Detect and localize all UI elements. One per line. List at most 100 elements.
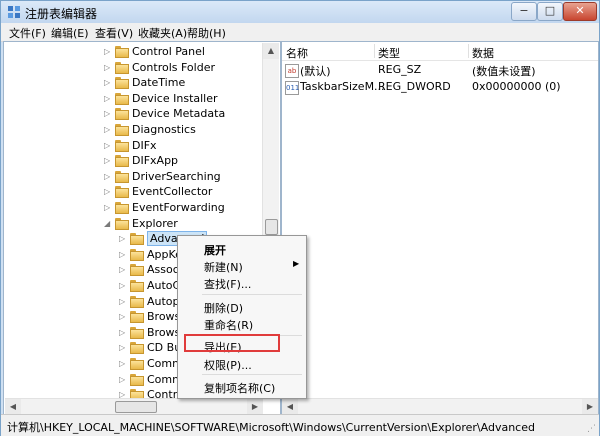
expand-arrow-icon[interactable]: ▷ bbox=[104, 184, 114, 200]
expand-arrow-icon[interactable]: ▷ bbox=[104, 44, 114, 60]
list-horizontal-scrollbar[interactable]: ◀ ▶ bbox=[282, 398, 598, 414]
menu-file[interactable]: 文件(F) bbox=[9, 25, 46, 41]
menu-bar: 文件(F) 编辑(E) 查看(V) 收藏夹(A) 帮助(H) bbox=[1, 23, 599, 42]
context-item-copy-key-name[interactable]: 复制项名称(C) bbox=[178, 377, 306, 395]
tree-item[interactable]: ▷ DIFx bbox=[4, 138, 260, 154]
expand-arrow-icon[interactable]: ▷ bbox=[119, 340, 129, 356]
column-type-header[interactable]: 类型 bbox=[378, 45, 400, 61]
value-row[interactable]: 011 TaskbarSizeM... REG_DWORD 0x00000000… bbox=[282, 79, 598, 95]
regedit-window: 注册表编辑器 − □ ✕ 文件(F) 编辑(E) 查看(V) 收藏夹(A) 帮助… bbox=[0, 0, 600, 436]
scroll-thumb[interactable] bbox=[265, 219, 278, 235]
expand-arrow-icon[interactable]: ▷ bbox=[119, 325, 129, 341]
menu-edit[interactable]: 编辑(E) bbox=[51, 25, 89, 41]
expand-arrow-icon[interactable]: ▷ bbox=[104, 75, 114, 91]
expand-arrow-icon[interactable]: ▷ bbox=[104, 153, 114, 169]
scroll-right-arrow[interactable]: ▶ bbox=[247, 399, 263, 414]
expand-arrow-icon[interactable]: ▷ bbox=[104, 200, 114, 216]
expand-arrow-icon[interactable]: ▷ bbox=[119, 262, 129, 278]
tree-item-label: EventCollector bbox=[132, 185, 213, 199]
registry-values-pane[interactable]: 名称 类型 数据 ab (默认) REG_SZ (数值未设置) 011 Task… bbox=[281, 41, 599, 415]
status-path: 计算机\HKEY_LOCAL_MACHINE\SOFTWARE\Microsof… bbox=[7, 421, 535, 434]
column-name-header[interactable]: 名称 bbox=[286, 45, 308, 61]
expand-arrow-icon[interactable]: ▷ bbox=[104, 91, 114, 107]
scroll-thumb[interactable] bbox=[115, 401, 157, 413]
context-item-label: 查找(F)... bbox=[204, 278, 252, 291]
folder-icon bbox=[115, 92, 129, 105]
context-item-permissions[interactable]: 权限(P)... bbox=[178, 354, 306, 372]
folder-icon bbox=[115, 186, 129, 199]
tree-item[interactable]: ▷ DateTime bbox=[4, 75, 260, 91]
tree-item-label: DIFxApp bbox=[132, 154, 179, 168]
binary-value-icon: 011 bbox=[285, 81, 299, 95]
context-item-new[interactable]: 新建(N) ▶ bbox=[178, 256, 306, 274]
column-divider[interactable] bbox=[468, 44, 469, 58]
context-item-expand[interactable]: 展开 bbox=[178, 239, 306, 257]
tree-item[interactable]: ◢ Explorer bbox=[4, 216, 260, 232]
expand-arrow-icon[interactable]: ▷ bbox=[104, 122, 114, 138]
folder-icon bbox=[130, 326, 144, 339]
scroll-up-arrow[interactable]: ▲ bbox=[263, 43, 279, 59]
collapse-arrow-icon[interactable]: ◢ bbox=[104, 216, 114, 232]
folder-icon bbox=[115, 46, 129, 58]
context-item-delete[interactable]: 删除(D) bbox=[178, 297, 306, 315]
expand-arrow-icon[interactable]: ▷ bbox=[119, 278, 129, 294]
tree-item-label: Control Panel bbox=[132, 45, 205, 58]
folder-icon bbox=[130, 233, 144, 246]
expand-arrow-icon[interactable]: ▷ bbox=[104, 138, 114, 154]
value-name: TaskbarSizeM... bbox=[300, 80, 385, 93]
close-button[interactable]: ✕ bbox=[563, 2, 597, 21]
submenu-arrow-icon: ▶ bbox=[293, 259, 300, 268]
tree-horizontal-scrollbar[interactable]: ◀ ▶ bbox=[5, 398, 263, 414]
value-type: REG_SZ bbox=[378, 63, 422, 76]
folder-icon bbox=[130, 248, 144, 261]
tree-item[interactable]: ▷ Controls Folder bbox=[4, 60, 260, 76]
expand-arrow-icon[interactable]: ▷ bbox=[119, 231, 129, 247]
folder-icon bbox=[115, 217, 129, 230]
tree-item[interactable]: ▷ Device Metadata bbox=[4, 106, 260, 122]
title-bar[interactable]: 注册表编辑器 − □ ✕ bbox=[1, 1, 599, 23]
value-data: 0x00000000 (0) bbox=[472, 80, 561, 93]
scroll-left-arrow[interactable]: ◀ bbox=[5, 399, 21, 414]
expand-arrow-icon[interactable]: ▷ bbox=[104, 60, 114, 76]
tree-item[interactable]: ▷ DIFxApp bbox=[4, 153, 260, 169]
value-name: (默认) bbox=[300, 65, 331, 78]
expand-arrow-icon[interactable]: ▷ bbox=[104, 106, 114, 122]
value-row[interactable]: ab (默认) REG_SZ (数值未设置) bbox=[282, 62, 598, 78]
tree-item[interactable]: ▷ DriverSearching bbox=[4, 169, 260, 185]
tree-item[interactable]: ▷ EventCollector bbox=[4, 184, 260, 200]
folder-icon bbox=[130, 264, 144, 277]
menu-view[interactable]: 查看(V) bbox=[95, 25, 133, 41]
column-divider[interactable] bbox=[374, 44, 375, 58]
context-item-find[interactable]: 查找(F)... bbox=[178, 273, 306, 291]
tree-item[interactable]: ▷ Diagnostics bbox=[4, 122, 260, 138]
folder-icon bbox=[130, 295, 144, 308]
tree-item-label: Controls Folder bbox=[132, 60, 215, 74]
resize-grip-icon[interactable]: ⋰ bbox=[587, 424, 597, 434]
scroll-right-arrow[interactable]: ▶ bbox=[582, 399, 598, 414]
expand-arrow-icon[interactable]: ▷ bbox=[104, 169, 114, 185]
folder-icon bbox=[130, 358, 144, 370]
context-item-label: 权限(P)... bbox=[204, 359, 252, 372]
window-title: 注册表编辑器 bbox=[25, 7, 98, 21]
folder-icon bbox=[115, 77, 129, 90]
context-item-rename[interactable]: 重命名(R) bbox=[178, 314, 306, 332]
tree-item-label: DateTime bbox=[132, 76, 186, 90]
minimize-button[interactable]: − bbox=[511, 2, 537, 21]
expand-arrow-icon[interactable]: ▷ bbox=[119, 247, 129, 263]
column-data-header[interactable]: 数据 bbox=[472, 45, 494, 61]
maximize-button[interactable]: □ bbox=[537, 2, 563, 21]
tree-item[interactable]: ▷ Control Panel bbox=[4, 44, 260, 60]
folder-icon bbox=[130, 373, 144, 386]
context-item-label: 重命名(R) bbox=[204, 319, 254, 332]
tree-item[interactable]: ▷ EventForwarding bbox=[4, 200, 260, 216]
menu-favorites[interactable]: 收藏夹(A) bbox=[138, 25, 187, 41]
scroll-left-arrow[interactable]: ◀ bbox=[282, 399, 298, 414]
tree-item[interactable]: ▷ Device Installer bbox=[4, 91, 260, 107]
folder-icon bbox=[130, 311, 144, 324]
expand-arrow-icon[interactable]: ▷ bbox=[119, 309, 129, 325]
expand-arrow-icon[interactable]: ▷ bbox=[119, 372, 129, 388]
expand-arrow-icon[interactable]: ▷ bbox=[119, 356, 129, 372]
tree-item-label: Explorer bbox=[132, 216, 178, 230]
menu-help[interactable]: 帮助(H) bbox=[187, 25, 226, 41]
expand-arrow-icon[interactable]: ▷ bbox=[119, 294, 129, 310]
